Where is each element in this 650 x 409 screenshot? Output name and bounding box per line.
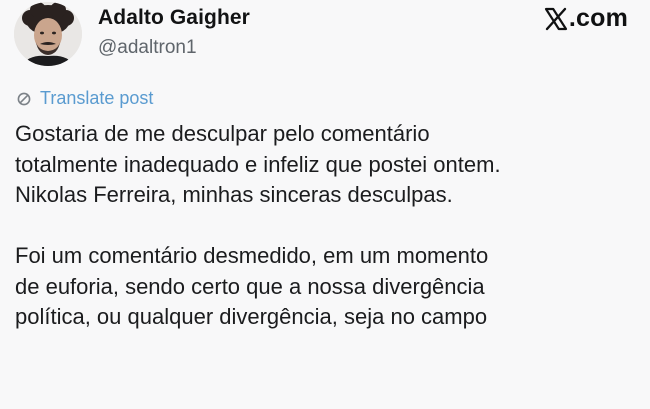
post-line: Nikolas Ferreira, minhas sinceras descul… [15, 182, 453, 207]
site-domain-suffix: .com [568, 4, 628, 32]
post-line: de euforia, sendo certo que a nossa dive… [15, 273, 485, 299]
post-text: Gostaria de me desculpar pelo comentário… [15, 119, 640, 333]
translate-post-link[interactable]: Translate post [16, 88, 153, 109]
site-logo: .com [544, 4, 628, 33]
post-line: política, ou qualquer divergência, seja … [15, 304, 488, 329]
post-card: Adalto Gaigher @adaltron1 .com Translate… [0, 0, 650, 409]
post-line: Foi um comentário desmedido, em um momen… [15, 243, 489, 268]
author-display-name[interactable]: Adalto Gaigher [98, 6, 250, 30]
post-line: Gostaria de me desculpar pelo comentário [15, 121, 430, 146]
paragraph-break [15, 211, 640, 242]
globe-translate-icon [17, 92, 31, 105]
translate-post-label: Translate post [40, 88, 154, 108]
avatar-image [14, 2, 82, 66]
avatar[interactable] [14, 2, 82, 66]
post-line: totalmente inadequado e infeliz que post… [15, 151, 501, 177]
author-handle[interactable]: @adaltron1 [98, 37, 197, 59]
x-logo-icon [544, 7, 567, 30]
